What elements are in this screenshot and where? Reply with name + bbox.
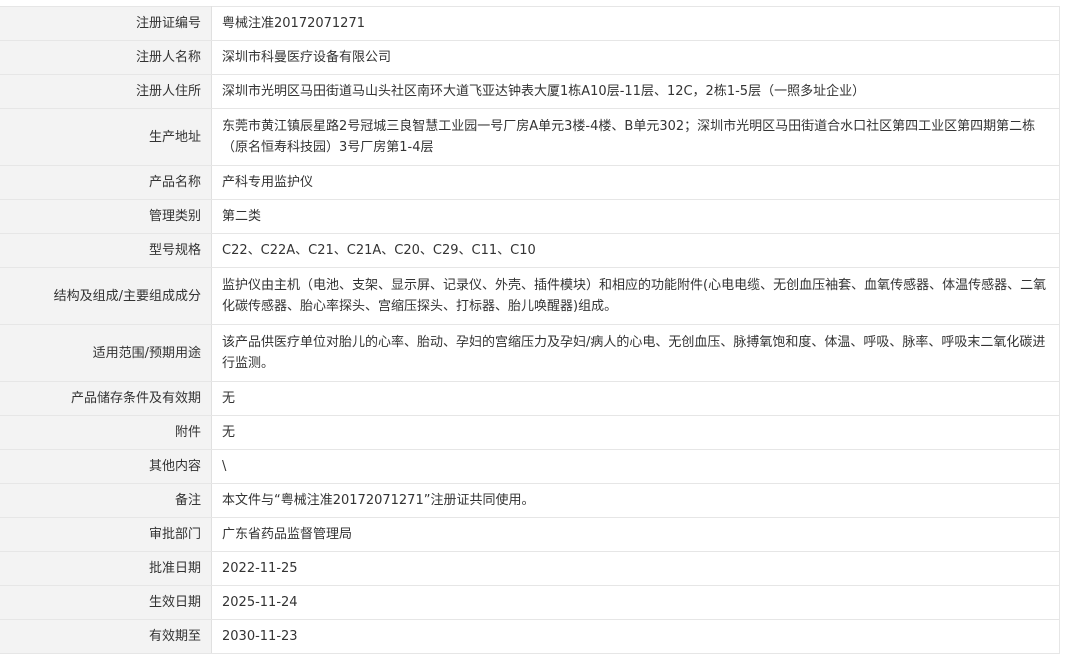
row-label: 型号规格 (0, 233, 212, 268)
row-label: 其他内容 (0, 449, 212, 484)
table-row: 结构及组成/主要组成成分 监护仪由主机（电池、支架、显示屏、记录仪、外壳、插件模… (0, 267, 1060, 325)
table-row: 适用范围/预期用途 该产品供医疗单位对胎儿的心率、胎动、孕妇的宫缩压力及孕妇/病… (0, 324, 1060, 382)
row-value: 第二类 (211, 199, 1060, 234)
row-value: 无 (211, 381, 1060, 416)
table-row: 管理类别 第二类 (0, 199, 1060, 234)
row-value: 无 (211, 415, 1060, 450)
table-row: 产品名称 产科专用监护仪 (0, 165, 1060, 200)
table-row: 有效期至 2030-11-23 (0, 619, 1060, 654)
table-row: 生效日期 2025-11-24 (0, 585, 1060, 620)
row-label: 结构及组成/主要组成成分 (0, 267, 212, 325)
table-row: 附件 无 (0, 415, 1060, 450)
row-label: 注册证编号 (0, 6, 212, 41)
row-label: 批准日期 (0, 551, 212, 586)
table-row: 批准日期 2022-11-25 (0, 551, 1060, 586)
row-value: 产科专用监护仪 (211, 165, 1060, 200)
table-row: 注册证编号 粤械注准20172071271 (0, 6, 1060, 41)
row-label: 审批部门 (0, 517, 212, 552)
row-label: 有效期至 (0, 619, 212, 654)
table-row: 型号规格 C22、C22A、C21、C21A、C20、C29、C11、C10 (0, 233, 1060, 268)
row-label: 注册人名称 (0, 40, 212, 75)
row-value: 广东省药品监督管理局 (211, 517, 1060, 552)
table-row: 注册人名称 深圳市科曼医疗设备有限公司 (0, 40, 1060, 75)
table-row: 其他内容 \ (0, 449, 1060, 484)
row-label: 生产地址 (0, 108, 212, 166)
table-row: 产品储存条件及有效期 无 (0, 381, 1060, 416)
row-value: 深圳市科曼医疗设备有限公司 (211, 40, 1060, 75)
row-value: 2022-11-25 (211, 551, 1060, 586)
row-value: 该产品供医疗单位对胎儿的心率、胎动、孕妇的宫缩压力及孕妇/病人的心电、无创血压、… (211, 324, 1060, 382)
row-value: 本文件与“粤械注准20172071271”注册证共同使用。 (211, 483, 1060, 518)
row-label: 产品储存条件及有效期 (0, 381, 212, 416)
row-label: 备注 (0, 483, 212, 518)
row-label: 生效日期 (0, 585, 212, 620)
row-value: 2030-11-23 (211, 619, 1060, 654)
row-label: 适用范围/预期用途 (0, 324, 212, 382)
table-row: 注册人住所 深圳市光明区马田街道马山头社区南环大道飞亚达钟表大厦1栋A10层-1… (0, 74, 1060, 109)
row-label: 产品名称 (0, 165, 212, 200)
row-label: 管理类别 (0, 199, 212, 234)
row-value: C22、C22A、C21、C21A、C20、C29、C11、C10 (211, 233, 1060, 268)
registration-detail-table: 注册证编号 粤械注准20172071271 注册人名称 深圳市科曼医疗设备有限公… (0, 6, 1060, 654)
row-value: 2025-11-24 (211, 585, 1060, 620)
table-row: 备注 本文件与“粤械注准20172071271”注册证共同使用。 (0, 483, 1060, 518)
table-row: 审批部门 广东省药品监督管理局 (0, 517, 1060, 552)
row-value: 监护仪由主机（电池、支架、显示屏、记录仪、外壳、插件模块）和相应的功能附件(心电… (211, 267, 1060, 325)
row-label: 附件 (0, 415, 212, 450)
row-value: 东莞市黄江镇辰星路2号冠城三良智慧工业园一号厂房A单元3楼-4楼、B单元302；… (211, 108, 1060, 166)
row-value: 深圳市光明区马田街道马山头社区南环大道飞亚达钟表大厦1栋A10层-11层、12C… (211, 74, 1060, 109)
row-value: \ (211, 449, 1060, 484)
table-row: 生产地址 东莞市黄江镇辰星路2号冠城三良智慧工业园一号厂房A单元3楼-4楼、B单… (0, 108, 1060, 166)
row-value: 粤械注准20172071271 (211, 6, 1060, 41)
row-label: 注册人住所 (0, 74, 212, 109)
